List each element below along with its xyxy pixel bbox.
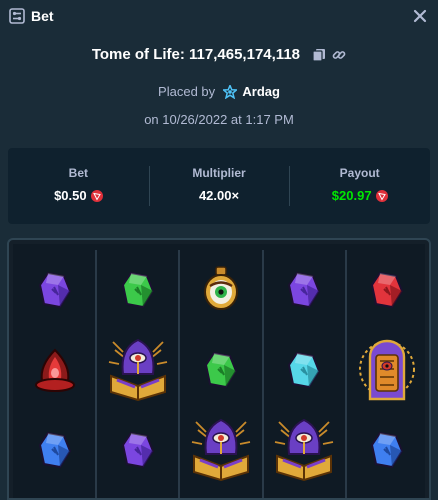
tron-coin-icon bbox=[375, 189, 388, 202]
ornate-door-icon bbox=[358, 335, 416, 410]
slot-board bbox=[7, 238, 431, 500]
multiplier-value-row: 42.00× bbox=[199, 188, 239, 203]
payout-label: Payout bbox=[339, 166, 380, 180]
bet-slip-icon bbox=[9, 8, 25, 24]
reel-separator bbox=[261, 250, 264, 498]
green-gem-icon bbox=[121, 271, 155, 314]
purple-gem-icon bbox=[121, 431, 155, 474]
bet-stats-panel: Bet $0.50 Multiplier 42.00× Payout $20.9… bbox=[8, 148, 430, 224]
cyan-gem-icon bbox=[287, 351, 321, 394]
bet-value: $0.50 bbox=[54, 188, 87, 203]
reel-separator bbox=[178, 250, 181, 498]
close-icon[interactable] bbox=[410, 6, 430, 26]
blue-gem-icon bbox=[38, 431, 72, 474]
blue-gem-icon bbox=[370, 431, 404, 474]
bet-date: on 10/26/2022 at 1:17 PM bbox=[144, 112, 294, 127]
reel-area bbox=[13, 244, 425, 498]
payout-value: $20.97 bbox=[331, 188, 372, 203]
multiplier-value: 42.00× bbox=[198, 188, 240, 203]
copy-icon[interactable] bbox=[312, 48, 326, 62]
username-link[interactable]: Ardag bbox=[242, 84, 280, 99]
vip-badge-icon bbox=[221, 83, 239, 100]
tron-coin-icon bbox=[90, 189, 103, 202]
game-title: Tome of Life: 117,465,174,118 bbox=[0, 46, 438, 63]
game-id-text: Tome of Life: 117,465,174,118 bbox=[91, 46, 300, 63]
modal-header: Bet bbox=[0, 0, 438, 32]
eye-amulet-icon bbox=[201, 265, 241, 320]
modal-title: Bet bbox=[31, 8, 54, 24]
reel-separator bbox=[95, 250, 98, 498]
green-gem-icon bbox=[204, 351, 238, 394]
purple-gem-icon bbox=[287, 271, 321, 314]
stat-multiplier: Multiplier 42.00× bbox=[148, 148, 290, 224]
purple-gem-icon bbox=[38, 271, 72, 314]
link-icon[interactable] bbox=[332, 48, 346, 62]
red-cauldron-pot-icon bbox=[32, 347, 78, 398]
bet-value-row: $0.50 bbox=[54, 188, 103, 203]
reel-separator bbox=[344, 250, 347, 498]
red-gem-icon bbox=[370, 271, 404, 314]
tome-book-icon bbox=[188, 416, 254, 489]
tome-book-icon bbox=[105, 336, 171, 409]
multiplier-label: Multiplier bbox=[192, 166, 246, 180]
payout-value-row: $20.97 bbox=[332, 188, 388, 203]
bet-label: Bet bbox=[68, 166, 88, 180]
stat-bet: Bet $0.50 bbox=[8, 148, 149, 224]
stat-payout: Payout $20.97 bbox=[289, 148, 430, 224]
placed-by: Placed by Ardag bbox=[0, 83, 438, 100]
placed-by-label: Placed by bbox=[158, 84, 216, 99]
tome-book-icon bbox=[271, 416, 337, 489]
